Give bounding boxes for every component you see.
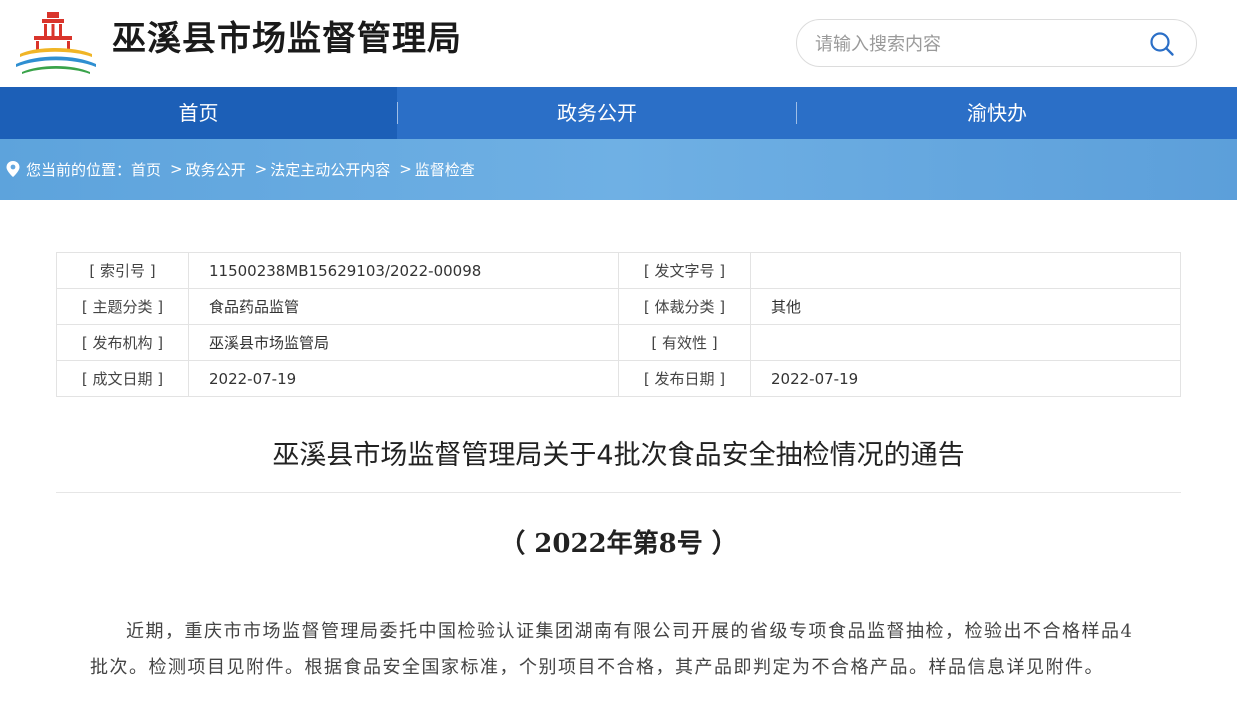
meta-value-validity bbox=[750, 324, 1181, 361]
table-row: [ 主题分类 ] 食品药品监管 [ 体裁分类 ] 其他 bbox=[56, 288, 1181, 325]
meta-value-publish-date: 2022-07-19 bbox=[750, 360, 1181, 397]
meta-label-publishing-agency: [ 发布机构 ] bbox=[56, 324, 189, 361]
nav-item-government-affairs[interactable]: 政务公开 bbox=[398, 87, 796, 139]
breadcrumb-link-home[interactable]: 首页 bbox=[131, 159, 161, 180]
meta-value-document-number bbox=[750, 252, 1181, 289]
breadcrumb-separator: > bbox=[254, 160, 268, 178]
meta-label-index-number: [ 索引号 ] bbox=[56, 252, 189, 289]
county-building-logo-icon[interactable] bbox=[14, 10, 98, 74]
site-header: 巫溪县市场监督管理局 bbox=[0, 0, 1237, 87]
nav-item-yukuaiban[interactable]: 渝快办 bbox=[797, 87, 1197, 139]
breadcrumb-band: 您当前的位置： 首页 > 政务公开 > 法定主动公开内容 > 监督检查 bbox=[0, 139, 1237, 200]
meta-label-genre-category: [ 体裁分类 ] bbox=[618, 288, 751, 325]
search-box bbox=[796, 19, 1197, 67]
article-subtitle: （ 2022年第8号 ） bbox=[499, 529, 738, 559]
breadcrumb-link-statutory-disclosure[interactable]: 法定主动公开内容 bbox=[270, 159, 390, 180]
meta-label-publish-date: [ 发布日期 ] bbox=[618, 360, 751, 397]
breadcrumb-separator: > bbox=[170, 160, 183, 178]
main-nav: 首页 政务公开 渝快办 bbox=[0, 87, 1237, 139]
title-divider bbox=[56, 492, 1181, 493]
meta-value-written-date: 2022-07-19 bbox=[188, 360, 619, 397]
breadcrumb-link-supervision-inspection[interactable]: 监督检查 bbox=[415, 159, 475, 180]
location-pin-icon bbox=[6, 161, 20, 177]
meta-value-subject-category: 食品药品监管 bbox=[188, 288, 619, 325]
table-row: [ 成文日期 ] 2022-07-19 [ 发布日期 ] 2022-07-19 bbox=[56, 360, 1181, 397]
meta-value-genre-category: 其他 bbox=[750, 288, 1181, 325]
search-input[interactable] bbox=[815, 30, 1135, 58]
nav-item-home[interactable]: 首页 bbox=[0, 87, 397, 139]
breadcrumb-prefix: 您当前的位置： bbox=[26, 160, 132, 179]
meta-label-written-date: [ 成文日期 ] bbox=[56, 360, 189, 397]
meta-label-document-number: [ 发文字号 ] bbox=[618, 252, 751, 289]
breadcrumb-link-government-affairs[interactable]: 政务公开 bbox=[186, 159, 246, 180]
article-body-paragraph: 近期，重庆市市场监督管理局委托中国检验认证集团湖南有限公司开展的省级专项食品监督… bbox=[90, 621, 1134, 678]
article-title: 巫溪县市场监督管理局关于4批次食品安全抽检情况的通告 bbox=[272, 440, 965, 471]
meta-value-index-number: 11500238MB15629103/2022-00098 bbox=[188, 252, 619, 289]
table-row: [ 发布机构 ] 巫溪县市场监管局 [ 有效性 ] bbox=[56, 324, 1181, 361]
breadcrumb-separator: > bbox=[399, 160, 412, 178]
meta-value-publishing-agency: 巫溪县市场监管局 bbox=[188, 324, 619, 361]
table-row: [ 索引号 ] 11500238MB15629103/2022-00098 [ … bbox=[56, 252, 1181, 289]
breadcrumb: 您当前的位置： 首页 > 政务公开 > 法定主动公开内容 > 监督检查 bbox=[6, 158, 475, 180]
search-icon[interactable] bbox=[1149, 31, 1175, 57]
document-metadata-table: [ 索引号 ] 11500238MB15629103/2022-00098 [ … bbox=[56, 252, 1181, 397]
meta-label-validity: [ 有效性 ] bbox=[618, 324, 751, 361]
site-title[interactable]: 巫溪县市场监督管理局 bbox=[112, 14, 462, 64]
meta-label-subject-category: [ 主题分类 ] bbox=[56, 288, 189, 325]
